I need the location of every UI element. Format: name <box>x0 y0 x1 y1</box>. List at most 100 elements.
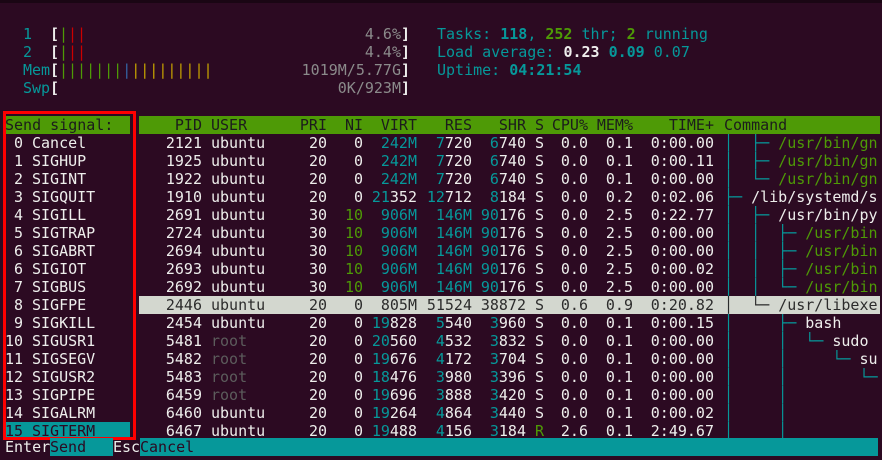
thousands-part: 8 <box>489 188 499 206</box>
cell-command: │ │ ├─ /usr/bin <box>724 224 882 242</box>
cell-mem: 0.2 <box>605 188 633 206</box>
send-button[interactable]: Send <box>50 438 113 456</box>
thousands-part: 3 <box>489 386 499 404</box>
column-header-cmd[interactable]: Command <box>724 116 882 134</box>
cell-shr: 3396 <box>472 368 526 386</box>
cell-pri: 30 <box>308 224 327 242</box>
cell-pid: 2694 <box>165 242 202 260</box>
column-header-virt[interactable]: VIRT <box>363 116 417 134</box>
cell-user: ubuntu <box>211 278 266 296</box>
meter-segment: | <box>59 25 69 43</box>
units-part: 828 <box>389 314 417 332</box>
meter-bar-cpu2: ||| <box>59 43 86 61</box>
cell-virt: 21352 <box>363 188 417 206</box>
thousands-part: 90 <box>480 242 499 260</box>
meter-bracket-open: [ <box>50 61 60 79</box>
cell-pri: 20 <box>308 134 327 152</box>
column-header-time[interactable]: TIME+ <box>633 116 714 134</box>
cell-virt: 906M <box>363 242 417 260</box>
column-header-pid[interactable]: PID <box>140 116 202 134</box>
units-part: 176 <box>498 242 526 260</box>
running-label: running <box>635 25 708 43</box>
column-header-s[interactable]: S <box>535 116 545 134</box>
uptime-line: Uptime: 04:21:54 <box>437 61 582 79</box>
units-part: 184 <box>498 188 526 206</box>
cell-res: 146M <box>417 260 472 278</box>
thousands-part: 21 <box>371 188 390 206</box>
cell-mem: 0.1 <box>605 386 633 404</box>
uptime-label: Uptime: <box>437 61 510 79</box>
cell-s: S <box>535 404 545 422</box>
cell-s: S <box>535 242 545 260</box>
cell-shr: 6740 <box>472 170 526 188</box>
thousands-part: 19 <box>371 350 390 368</box>
thousands-part: 3 <box>435 386 445 404</box>
column-header-user[interactable]: USER <box>211 116 291 134</box>
column-header-mem[interactable]: MEM% <box>588 116 633 134</box>
cell-mem: 0.9 <box>605 296 633 314</box>
units-part: 676 <box>389 350 417 368</box>
units-part: 740 <box>498 152 526 170</box>
tree-branch: │ ├─ <box>724 314 806 332</box>
cell-cpu: 0.0 <box>560 260 588 278</box>
cell-cpu: 0.0 <box>560 404 588 422</box>
thousands-part: 7 <box>435 134 445 152</box>
cell-res: 146M <box>417 278 472 296</box>
cell-time: 0:00.15 <box>650 314 714 332</box>
units-part: 720 <box>444 170 472 188</box>
cell-user: ubuntu <box>211 134 266 152</box>
tree-branch: ├─ <box>724 188 752 206</box>
cell-cpu: 0.0 <box>560 134 588 152</box>
cell-pid: 2454 <box>165 314 202 332</box>
meter-label-swp: Swp <box>23 79 51 97</box>
cell-cpu: 0.0 <box>560 170 588 188</box>
meter-value-cpu1: 4.6% <box>364 25 401 43</box>
column-header-pri[interactable]: PRI <box>291 116 327 134</box>
units-part: 476 <box>389 368 417 386</box>
column-header-shr[interactable]: SHR <box>472 116 526 134</box>
highlight-annotation-box <box>3 111 136 440</box>
units-part: 540 <box>444 314 472 332</box>
cell-mem: 2.5 <box>605 224 633 242</box>
cell-pri: 20 <box>308 296 327 314</box>
column-header-res[interactable]: RES <box>417 116 472 134</box>
unit-value: 906M <box>380 242 417 260</box>
cell-time: 0:00.00 <box>650 386 714 404</box>
meter-segment: ||||||| <box>59 61 123 79</box>
thousands-part: 19 <box>371 386 390 404</box>
cell-virt: 906M <box>363 206 417 224</box>
thousands-part: 7 <box>435 170 445 188</box>
cell-shr: 6740 <box>472 134 526 152</box>
window-top-edge <box>0 0 882 3</box>
cell-cpu: 0.0 <box>560 152 588 170</box>
column-header-ni[interactable]: NI <box>327 116 363 134</box>
command-name: sudo <box>832 332 869 350</box>
thousands-part: 6 <box>489 152 499 170</box>
cell-virt: 19828 <box>363 314 417 332</box>
units-part: 864 <box>444 404 472 422</box>
cell-s: S <box>535 296 545 314</box>
cancel-button[interactable]: Cancel <box>140 438 878 456</box>
thousands-part: 3 <box>489 332 499 350</box>
tree-branch: │ ├─ <box>724 134 779 152</box>
cell-command: │ └─ /usr/bin/gn <box>724 170 882 188</box>
cell-time: 0:00.00 <box>650 350 714 368</box>
column-header-cpu[interactable]: CPU% <box>545 116 588 134</box>
cell-shr: 90176 <box>472 260 526 278</box>
cell-mem: 0.1 <box>605 170 633 188</box>
units-part: 352 <box>389 188 417 206</box>
cell-user: ubuntu <box>211 224 266 242</box>
cell-pri: 20 <box>308 404 327 422</box>
tree-branch: │ ├─ <box>724 206 779 224</box>
cell-user: root <box>211 350 248 368</box>
cell-shr: 3704 <box>472 350 526 368</box>
cell-virt: 242M <box>363 152 417 170</box>
tasks-label: Tasks: <box>437 25 501 43</box>
cell-virt: 242M <box>363 170 417 188</box>
cell-user: ubuntu <box>211 260 266 278</box>
unit-value: 146M <box>435 260 472 278</box>
cell-user: ubuntu <box>211 152 266 170</box>
cell-command: │ │ <box>724 386 882 404</box>
cell-s: S <box>535 260 545 278</box>
cell-shr: 6740 <box>472 152 526 170</box>
